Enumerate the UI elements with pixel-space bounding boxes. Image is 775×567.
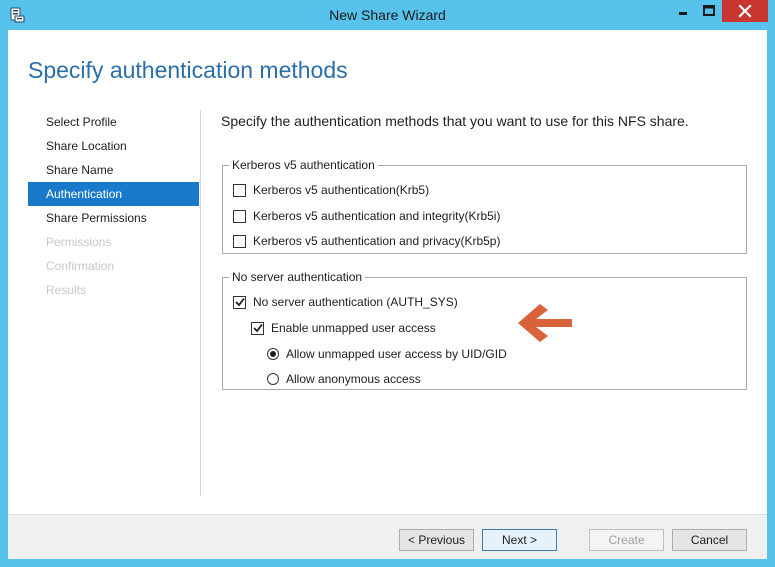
nav-item-confirmation: Confirmation [46, 259, 115, 273]
wizard-steps-nav: Select Profile Share Location Share Name… [28, 110, 199, 302]
nav-item-share-permissions[interactable]: Share Permissions [28, 206, 199, 230]
uid-gid-radio[interactable] [267, 348, 279, 360]
next-button[interactable]: Next > [482, 529, 557, 551]
no-server-auth-group: No server authentication No server authe… [222, 270, 747, 390]
nav-divider [200, 110, 201, 496]
krb5i-option[interactable]: Kerberos v5 authentication and integrity… [233, 208, 500, 224]
maximize-icon [703, 5, 715, 16]
window-title: New Share Wizard [329, 7, 446, 23]
auth-sys-checkbox[interactable] [233, 295, 246, 309]
minimize-icon [679, 12, 687, 15]
kerberos-group: Kerberos v5 authentication Kerberos v5 a… [222, 158, 747, 254]
minimize-button[interactable] [670, 0, 696, 22]
uid-gid-option[interactable]: Allow unmapped user access by UID/GID [267, 346, 507, 362]
krb5-checkbox[interactable] [233, 183, 246, 197]
krb5-label: Kerberos v5 authentication(Krb5) [253, 183, 430, 197]
wizard-footer: < Previous Next > Create Cancel [8, 514, 767, 559]
nav-item-permissions: Permissions [46, 235, 112, 249]
maximize-button[interactable] [696, 0, 722, 22]
wizard-content: Specify authentication methods Select Pr… [8, 30, 767, 559]
radio-selected-dot [270, 351, 276, 357]
nav-item-select-profile[interactable]: Select Profile [28, 110, 199, 134]
anonymous-access-radio[interactable] [267, 373, 279, 385]
close-button[interactable] [722, 0, 768, 22]
anonymous-access-label: Allow anonymous access [286, 372, 421, 386]
checkmark-icon [253, 323, 263, 332]
wizard-window: New Share Wizard Specify authentication … [0, 0, 775, 567]
title-bar[interactable]: New Share Wizard [0, 0, 775, 30]
create-button: Create [589, 529, 664, 551]
krb5p-checkbox[interactable] [233, 234, 246, 248]
page-title: Specify authentication methods [28, 57, 348, 83]
checkmark-icon [235, 297, 245, 306]
annotation-arrow-icon [518, 304, 572, 342]
nav-item-authentication[interactable]: Authentication [28, 182, 199, 206]
nav-item-share-name[interactable]: Share Name [28, 158, 199, 182]
krb5p-option[interactable]: Kerberos v5 authentication and privacy(K… [233, 233, 500, 249]
anonymous-access-option[interactable]: Allow anonymous access [267, 371, 421, 387]
no-server-auth-legend: No server authentication [229, 270, 366, 284]
krb5i-checkbox[interactable] [233, 209, 246, 223]
cancel-button[interactable]: Cancel [672, 529, 747, 551]
uid-gid-label: Allow unmapped user access by UID/GID [286, 347, 507, 361]
unmapped-access-checkbox[interactable] [251, 321, 264, 335]
close-icon [738, 4, 752, 18]
kerberos-group-legend: Kerberos v5 authentication [229, 158, 378, 172]
instruction-text: Specify the authentication methods that … [221, 113, 689, 129]
previous-button[interactable]: < Previous [399, 529, 474, 551]
krb5i-label: Kerberos v5 authentication and integrity… [253, 209, 501, 223]
auth-sys-option[interactable]: No server authentication (AUTH_SYS) [233, 294, 458, 310]
unmapped-access-label: Enable unmapped user access [271, 321, 436, 335]
nav-item-results: Results [46, 283, 87, 297]
nav-item-share-location[interactable]: Share Location [28, 134, 199, 158]
auth-sys-label: No server authentication (AUTH_SYS) [253, 295, 458, 309]
krb5-option[interactable]: Kerberos v5 authentication(Krb5) [233, 182, 429, 198]
krb5p-label: Kerberos v5 authentication and privacy(K… [253, 234, 501, 248]
unmapped-access-option[interactable]: Enable unmapped user access [251, 320, 436, 336]
